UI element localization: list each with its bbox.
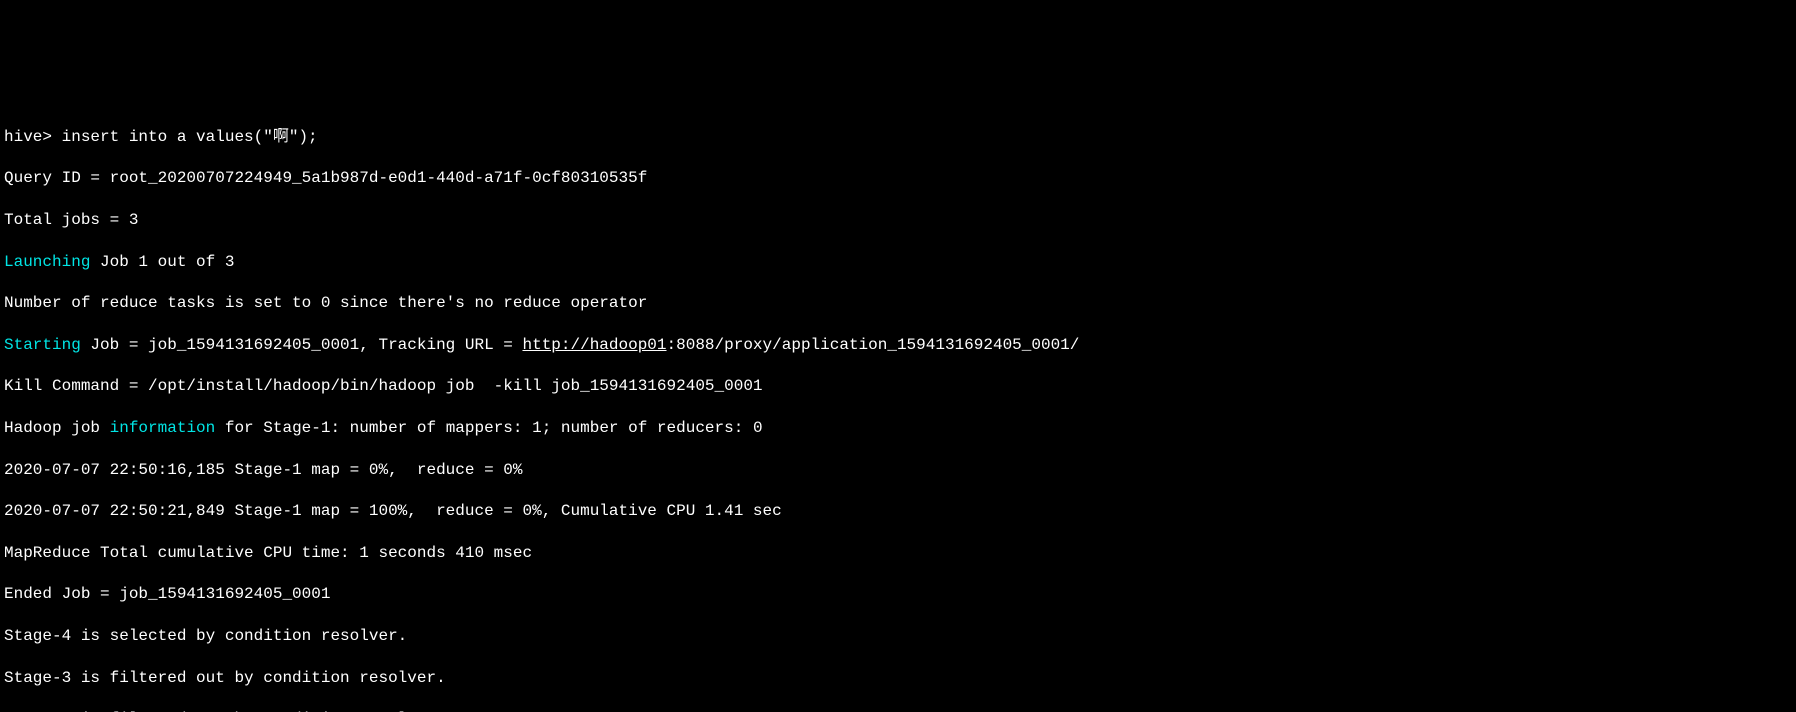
stage5-line: Stage-5 is filtered out by condition res… — [4, 709, 1792, 712]
hadoop-job-rest: for Stage-1: number of mappers: 1; numbe… — [215, 419, 762, 437]
total-jobs-line: Total jobs = 3 — [4, 210, 1792, 231]
reduce-tasks-line: Number of reduce tasks is set to 0 since… — [4, 293, 1792, 314]
sql-command: insert into a values("啊"); — [62, 128, 318, 146]
stage4-line: Stage-4 is selected by condition resolve… — [4, 626, 1792, 647]
starting-keyword: Starting — [4, 336, 81, 354]
kill-command-line: Kill Command = /opt/install/hadoop/bin/h… — [4, 376, 1792, 397]
launching-keyword: Launching — [4, 253, 90, 271]
query-id-line: Query ID = root_20200707224949_5a1b987d-… — [4, 168, 1792, 189]
progress-line-1: 2020-07-07 22:50:16,185 Stage-1 map = 0%… — [4, 460, 1792, 481]
hive-prompt-line: hive> insert into a values("啊"); — [4, 127, 1792, 148]
progress-line-2: 2020-07-07 22:50:21,849 Stage-1 map = 10… — [4, 501, 1792, 522]
starting-tail-text: :8088/proxy/application_1594131692405_00… — [667, 336, 1080, 354]
hadoop-job-pre: Hadoop job — [4, 419, 110, 437]
launching-line: Launching Job 1 out of 3 — [4, 252, 1792, 273]
starting-mid-text: Job = job_1594131692405_0001, Tracking U… — [81, 336, 523, 354]
hadoop-job-line: Hadoop job information for Stage-1: numb… — [4, 418, 1792, 439]
mapreduce-total-line: MapReduce Total cumulative CPU time: 1 s… — [4, 543, 1792, 564]
launching-text: Job 1 out of 3 — [90, 253, 234, 271]
terminal-output[interactable]: hive> insert into a values("啊"); Query I… — [0, 104, 1796, 712]
hive-prompt: hive> — [4, 128, 62, 146]
starting-line: Starting Job = job_1594131692405_0001, T… — [4, 335, 1792, 356]
ended-job-line: Ended Job = job_1594131692405_0001 — [4, 584, 1792, 605]
information-keyword: information — [110, 419, 216, 437]
tracking-url: http://hadoop01 — [522, 336, 666, 354]
stage3-line: Stage-3 is filtered out by condition res… — [4, 668, 1792, 689]
